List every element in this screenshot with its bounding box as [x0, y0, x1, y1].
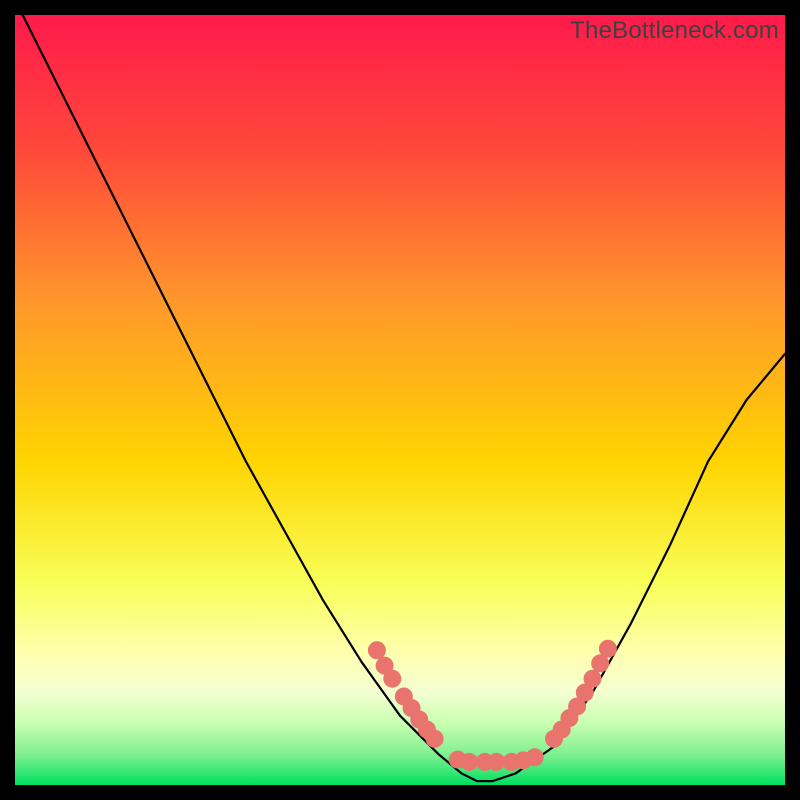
- data-point: [426, 730, 444, 748]
- data-point: [526, 748, 544, 766]
- data-point: [460, 753, 478, 771]
- data-point: [584, 670, 602, 688]
- data-point: [368, 641, 386, 659]
- data-point: [599, 640, 617, 658]
- watermark-text: TheBottleneck.com: [570, 17, 779, 45]
- data-point: [383, 670, 401, 688]
- bottleneck-chart: [15, 15, 785, 785]
- data-point: [487, 753, 505, 771]
- chart-frame: TheBottleneck.com: [15, 15, 785, 785]
- gradient-background: [15, 15, 785, 785]
